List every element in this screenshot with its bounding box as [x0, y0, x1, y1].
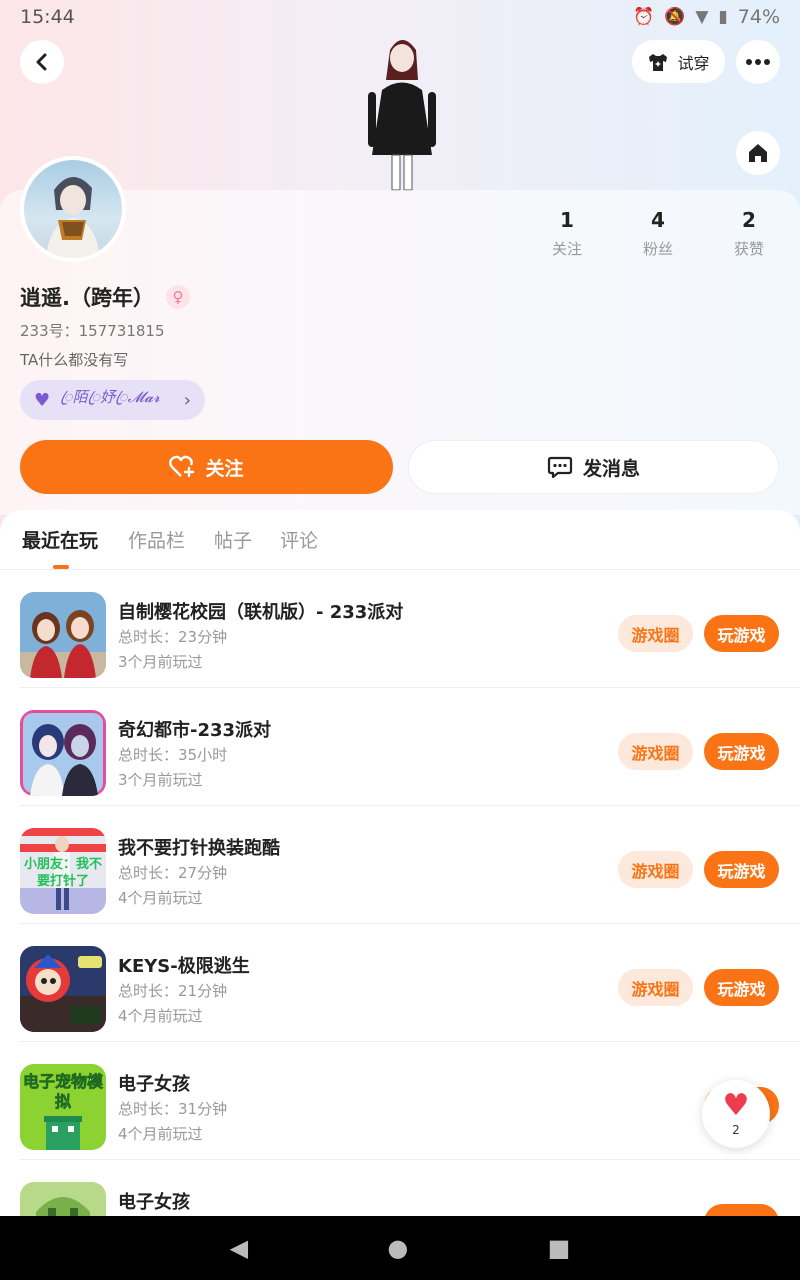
game-circle-button[interactable]: 游戏圈 — [618, 615, 693, 652]
e-girl-icon: 电子宠物模拟 — [20, 1064, 106, 1150]
game-title: 奇幻都市-233派对 — [118, 720, 272, 741]
fantasy-city-icon — [20, 710, 106, 796]
shirt-icon — [649, 53, 668, 71]
play-game-button[interactable]: 玩游戏 — [704, 851, 779, 888]
message-button[interactable]: 发消息 — [408, 440, 779, 494]
play-game-button[interactable]: 玩游戏 — [704, 615, 779, 652]
avatar-portrait-icon — [46, 176, 100, 258]
relationship-label: ꦿ陌ꦿ妤ꦿ𝓜𝓪𝓻 — [60, 387, 161, 406]
tab-recently-played[interactable]: 最近在玩 — [22, 526, 98, 553]
home-button[interactable] — [736, 131, 780, 175]
game-title: 电子女孩 — [118, 1074, 190, 1095]
female-gender-icon: ♀ — [165, 285, 190, 309]
username-text: 逍遥.（跨年） — [20, 286, 154, 310]
game-title: 自制樱花校园（联机版）- 233派对 — [118, 602, 404, 623]
tab-indicator — [53, 565, 69, 569]
user-id: 233号：157731815 — [20, 322, 165, 340]
game-icon-text: 电子宠物模拟 — [22, 1072, 104, 1112]
red-heart-icon: ♥ — [722, 1088, 750, 1123]
try-on-button[interactable]: 试穿 — [632, 40, 725, 83]
try-on-label: 试穿 — [677, 53, 710, 73]
character-figure-icon — [368, 40, 436, 191]
follow-label: 关注 — [205, 457, 244, 480]
profile-tabs: 最近在玩 作品栏 帖子 评论 — [0, 510, 800, 570]
play-game-button[interactable]: 玩游戏 — [704, 969, 779, 1006]
game-list-item[interactable]: 电子宠物模拟 电子女孩 总时长：31分钟 4个月前玩过 玩游戏 — [20, 1042, 800, 1160]
user-bio: TA什么都没有写 — [20, 351, 129, 369]
nav-home-icon[interactable]: ● — [387, 1234, 408, 1262]
chevron-right-icon: › — [183, 389, 191, 411]
game-duration: 总时长：21分钟 — [118, 982, 228, 1000]
keys-escape-icon — [20, 946, 106, 1032]
heart-plus-icon — [169, 455, 195, 478]
no-injection-icon: 小朋友：我不要打针了 — [20, 828, 106, 914]
purple-heart-icon: ♥ — [34, 389, 51, 411]
nav-recents-icon[interactable]: ■ — [548, 1234, 571, 1262]
game-duration: 总时长：35小时 — [118, 746, 228, 764]
tab-works[interactable]: 作品栏 — [128, 526, 185, 553]
play-game-button[interactable]: 玩游戏 — [704, 733, 779, 770]
notifications-off-icon: 🔕 — [664, 7, 686, 27]
status-time: 15:44 — [20, 6, 75, 28]
game-icon-text: 小朋友：我不要打针了 — [23, 857, 102, 889]
avatar-3d-figure[interactable] — [360, 30, 444, 192]
username: 逍遥.（跨年） ♀ — [20, 282, 190, 312]
e-girl-icon-2 — [20, 1182, 106, 1216]
like-count: 2 — [732, 1123, 740, 1137]
battery-icon: ▮ — [718, 7, 728, 27]
game-circle-button[interactable]: 游戏圈 — [618, 969, 693, 1006]
sakura-school-icon — [20, 592, 106, 678]
floating-like-button[interactable]: ♥ 2 — [702, 1080, 770, 1148]
system-navigation-bar: ◀ ● ■ — [0, 1216, 800, 1280]
game-last-played: 4个月前玩过 — [118, 889, 203, 907]
tab-comments[interactable]: 评论 — [280, 526, 318, 553]
more-dots-icon — [746, 59, 770, 65]
alarm-icon: ⏰ — [632, 7, 655, 27]
game-list-item[interactable]: 自制樱花校园（联机版）- 233派对 总时长：23分钟 3个月前玩过 游戏圈 玩… — [20, 570, 800, 688]
back-arrow-icon — [36, 53, 47, 71]
tab-posts[interactable]: 帖子 — [214, 526, 252, 553]
play-game-button[interactable]: 玩游戏 — [704, 1204, 779, 1216]
game-duration: 总时长：27分钟 — [118, 864, 228, 882]
game-last-played: 3个月前玩过 — [118, 653, 203, 671]
game-title: 我不要打针换装跑酷 — [118, 838, 280, 859]
avatar[interactable] — [20, 156, 126, 262]
game-list-item[interactable]: 电子女孩 玩游戏 — [20, 1160, 800, 1216]
battery-level: 74% — [737, 6, 780, 28]
game-circle-button[interactable]: 游戏圈 — [618, 733, 693, 770]
game-list-item[interactable]: 奇幻都市-233派对 总时长：35小时 3个月前玩过 游戏圈 玩游戏 — [20, 688, 800, 806]
game-duration: 总时长：23分钟 — [118, 628, 228, 646]
chat-bubble-icon — [547, 456, 573, 479]
game-title: 电子女孩 — [118, 1192, 190, 1213]
nav-back-icon[interactable]: ◀ — [230, 1234, 248, 1262]
game-title: KEYS-极限逃生 — [118, 956, 250, 977]
follow-button[interactable]: 关注 — [20, 440, 393, 494]
game-list-item[interactable]: 小朋友：我不要打针了 我不要打针换装跑酷 总时长：27分钟 4个月前玩过 游戏圈… — [20, 806, 800, 924]
game-last-played: 4个月前玩过 — [118, 1007, 203, 1025]
relationship-badge[interactable]: ♥ ꦿ陌ꦿ妤ꦿ𝓜𝓪𝓻 › — [20, 380, 205, 420]
more-button[interactable] — [736, 40, 780, 84]
content-panel: 最近在玩 作品栏 帖子 评论 自制樱花校园（联机版）- 233派对 总时长：23… — [0, 510, 800, 1216]
status-bar: 15:44 ⏰ 🔕 ▼ ▮ 74% — [0, 0, 800, 34]
game-duration: 总时长：31分钟 — [118, 1100, 228, 1118]
stat-following[interactable]: 1 关注 — [532, 208, 602, 259]
back-button[interactable] — [20, 40, 64, 84]
game-circle-button[interactable]: 游戏圈 — [618, 851, 693, 888]
game-last-played: 4个月前玩过 — [118, 1125, 203, 1143]
home-icon — [749, 144, 767, 162]
message-label: 发消息 — [582, 457, 640, 480]
game-list-item[interactable]: KEYS-极限逃生 总时长：21分钟 4个月前玩过 游戏圈 玩游戏 — [20, 924, 800, 1042]
game-last-played: 3个月前玩过 — [118, 771, 203, 789]
wifi-icon: ▼ — [695, 7, 709, 27]
stat-likes[interactable]: 2 获赞 — [714, 208, 784, 259]
stat-followers[interactable]: 4 粉丝 — [623, 208, 693, 259]
